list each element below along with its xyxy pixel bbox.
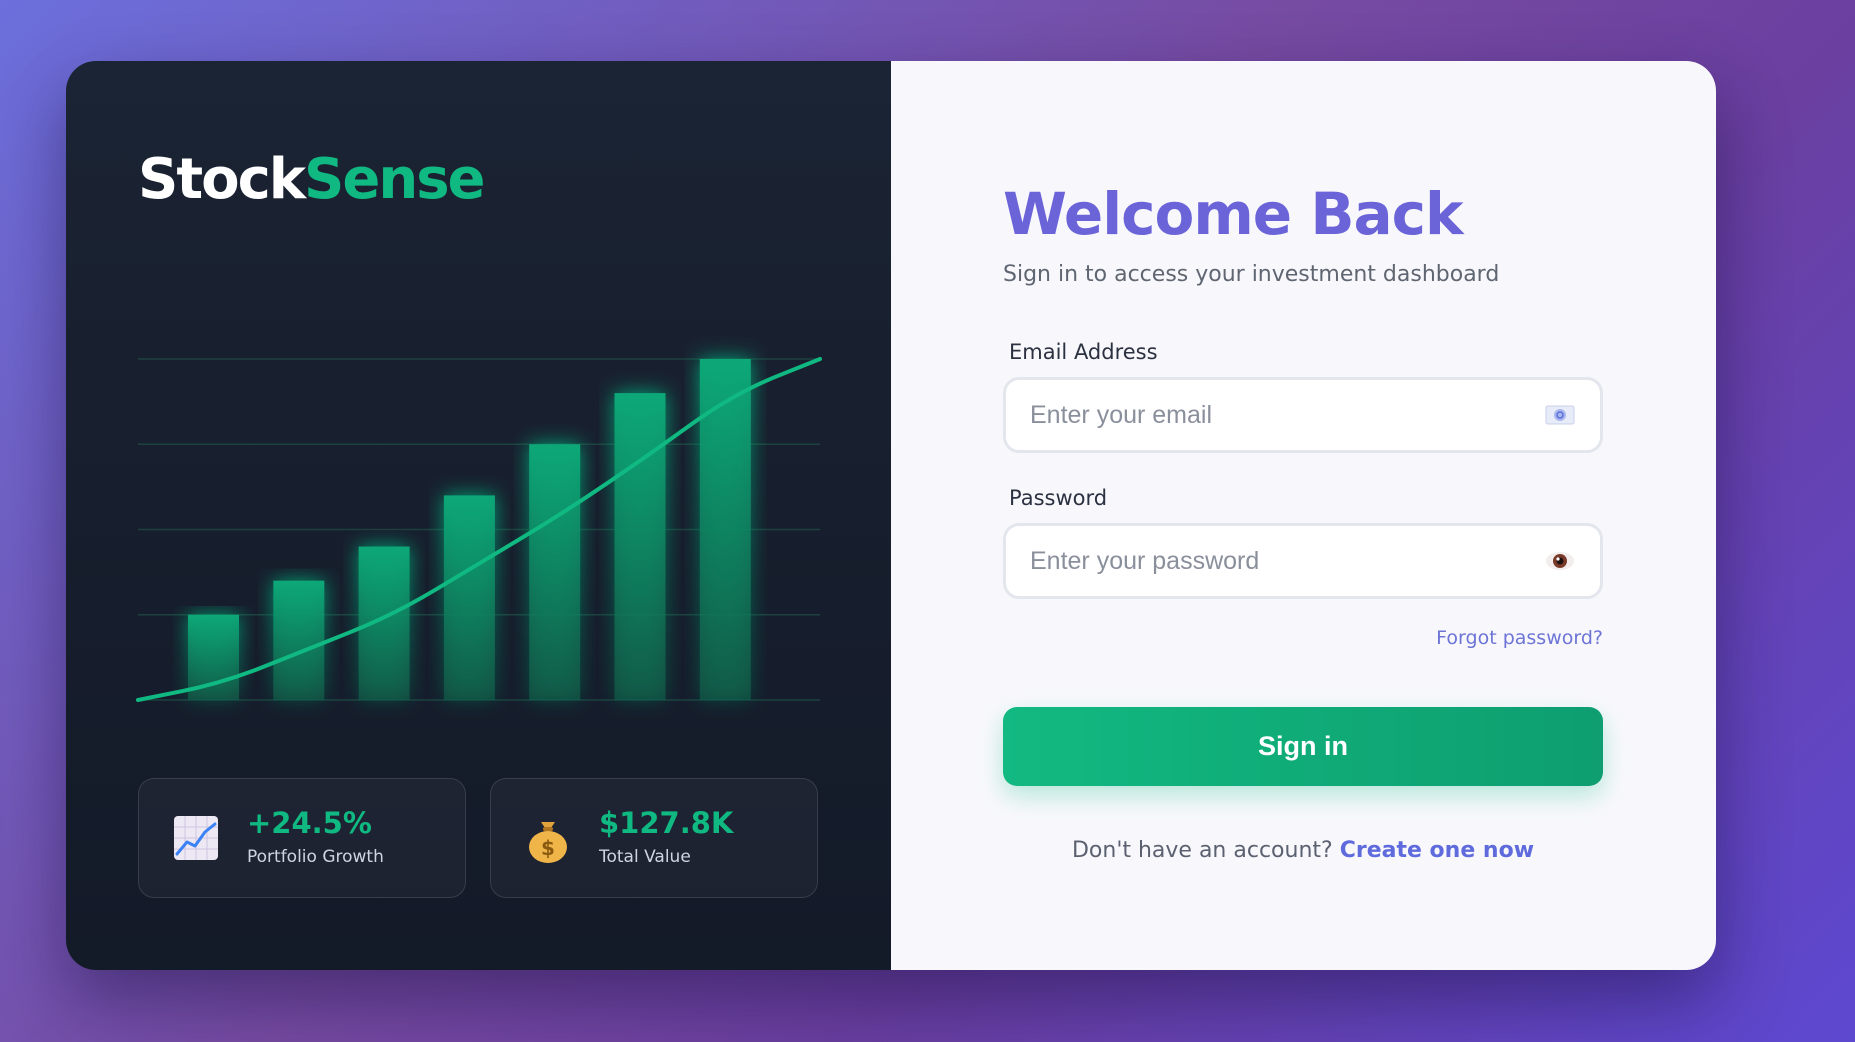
logo-part-sense: Sense <box>304 147 485 212</box>
stats-row: +24.5% Portfolio Growth $ $127.8K Total … <box>138 778 818 898</box>
password-field-wrapper[interactable] <box>1003 523 1603 599</box>
password-label: Password <box>1009 486 1108 510</box>
svg-text:$: $ <box>541 836 555 860</box>
email-field-wrapper[interactable] <box>1003 377 1603 453</box>
email-field[interactable] <box>1030 400 1544 430</box>
chart-bar <box>273 580 325 700</box>
page-subtitle: Sign in to access your investment dashbo… <box>1003 262 1500 287</box>
stat-value-total: $127.8K <box>599 806 734 840</box>
stat-label-total: Total Value <box>599 847 691 867</box>
chart-bar <box>699 359 751 700</box>
stat-card-growth: +24.5% Portfolio Growth <box>138 778 466 898</box>
forgot-password-link[interactable]: Forgot password? <box>1436 624 1603 652</box>
page-title: Welcome Back <box>1003 180 1464 248</box>
signup-prompt: Don't have an account? Create one now <box>1003 835 1603 867</box>
email-label: Email Address <box>1009 340 1158 364</box>
create-account-link[interactable]: Create one now <box>1340 838 1534 863</box>
login-card: StockSense +24.5% Portfolio Growth $ $12… <box>66 61 1716 970</box>
stat-value-growth: +24.5% <box>247 806 372 840</box>
eye-icon[interactable] <box>1544 545 1576 577</box>
email-icon <box>1544 399 1576 431</box>
signup-prompt-text: Don't have an account? <box>1071 838 1333 863</box>
chart-bar <box>358 546 410 700</box>
chart-increasing-icon <box>171 813 221 863</box>
password-field[interactable] <box>1030 546 1544 576</box>
chart-bar <box>529 444 581 700</box>
money-bag-icon: $ <box>523 813 573 863</box>
sign-in-button[interactable]: Sign in <box>1003 707 1603 786</box>
logo: StockSense <box>138 145 486 215</box>
chart-bar <box>614 393 666 700</box>
logo-part-stock: Stock <box>138 147 306 212</box>
brand-panel: StockSense +24.5% Portfolio Growth $ $12… <box>66 61 891 970</box>
stat-card-value: $ $127.8K Total Value <box>490 778 818 898</box>
chart-bar <box>443 495 495 700</box>
login-form-panel: Welcome Back Sign in to access your inve… <box>891 61 1716 970</box>
stat-label-growth: Portfolio Growth <box>247 847 384 867</box>
growth-chart <box>136 291 822 711</box>
growth-chart-svg <box>136 357 822 702</box>
